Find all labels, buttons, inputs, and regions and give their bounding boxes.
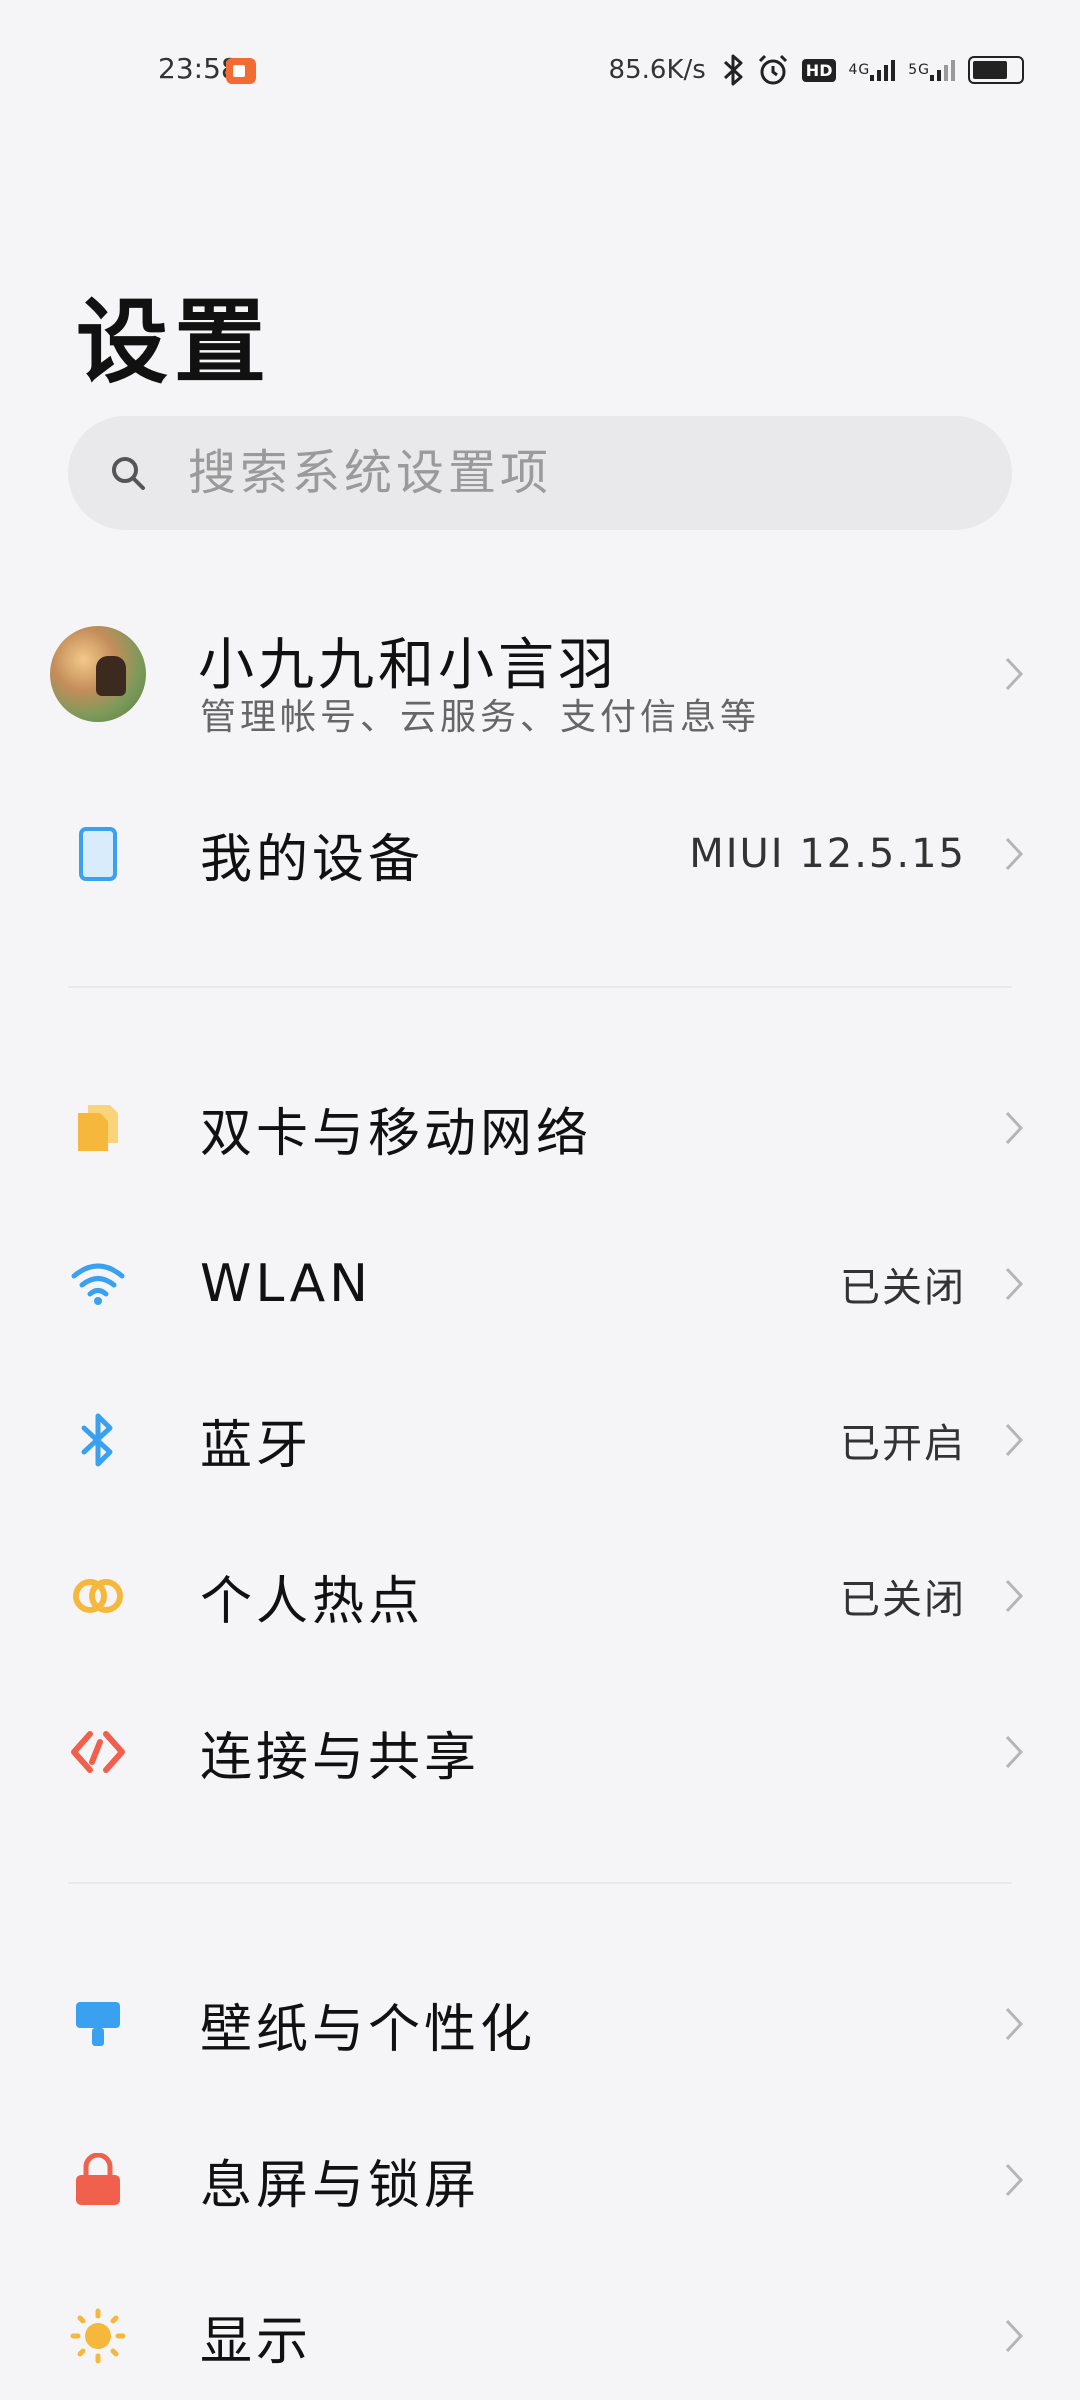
hotspot-icon (62, 1560, 134, 1632)
settings-item-lock-screen[interactable]: 息屏与锁屏 (0, 2110, 1080, 2250)
settings-item-display[interactable]: 显示 (0, 2266, 1080, 2400)
settings-item-wlan[interactable]: WLAN 已关闭 (0, 1214, 1080, 1354)
screen-record-icon (226, 58, 256, 84)
signal-4g-icon: 4G (848, 59, 896, 81)
settings-item-label: 蓝牙 (200, 1415, 313, 1476)
wallpaper-icon (62, 1988, 134, 2060)
network-speed: 85.6K/s (608, 55, 706, 85)
settings-item-label: 双卡与移动网络 (200, 1103, 593, 1164)
my-device-version: MIUI 12.5.15 (689, 831, 966, 877)
chevron-right-icon (1000, 1576, 1028, 1616)
chevron-right-icon (1000, 1732, 1028, 1772)
chevron-right-icon (1000, 834, 1028, 874)
settings-item-value: 已开启 (840, 1421, 966, 1467)
signal-5g-icon: 5G (908, 59, 956, 81)
settings-screen: 23:58 85.6K/s HD 4G 5G 设置 搜索系统设置项 小九九和小言… (0, 0, 1080, 2400)
settings-item-value: 已关闭 (840, 1577, 966, 1623)
my-device-label: 我的设备 (200, 829, 425, 890)
bluetooth-icon (722, 53, 744, 87)
hd-icon: HD (801, 58, 837, 82)
sim-card-icon (62, 1092, 134, 1164)
section-divider (68, 1882, 1012, 1884)
chevron-right-icon (1000, 654, 1028, 694)
connection-share-icon (62, 1716, 134, 1788)
status-icons: 85.6K/s HD 4G 5G (609, 50, 1024, 90)
chevron-right-icon (1000, 2160, 1028, 2200)
settings-item-dual-sim[interactable]: 双卡与移动网络 (0, 1058, 1080, 1198)
settings-item-label: 息屏与锁屏 (200, 2155, 481, 2216)
search-bar[interactable] (68, 416, 1012, 530)
settings-item-label: 连接与共享 (200, 1727, 481, 1788)
my-device-row[interactable]: 我的设备 MIUI 12.5.15 (0, 784, 1080, 924)
signal-5g-label: 5G (908, 62, 930, 78)
settings-item-label: 壁纸与个性化 (200, 1999, 537, 2060)
wifi-icon (62, 1248, 134, 1320)
battery-icon (968, 56, 1024, 84)
brightness-icon (62, 2300, 134, 2372)
avatar (50, 626, 146, 722)
chevron-right-icon (1000, 1420, 1028, 1460)
settings-item-value: 已关闭 (840, 1265, 966, 1311)
settings-item-label: 显示 (200, 2311, 313, 2372)
settings-item-label: WLAN (200, 1254, 373, 1314)
section-divider (68, 986, 1012, 988)
account-subtitle: 管理帐号、云服务、支付信息等 (200, 697, 761, 738)
alarm-icon (756, 53, 790, 87)
search-input[interactable] (186, 444, 950, 502)
phone-icon (62, 818, 134, 890)
lock-icon (62, 2144, 134, 2216)
settings-item-label: 个人热点 (200, 1571, 425, 1632)
page-title: 设置 (76, 289, 273, 396)
chevron-right-icon (1000, 2004, 1028, 2044)
settings-item-hotspot[interactable]: 个人热点 已关闭 (0, 1526, 1080, 1666)
chevron-right-icon (1000, 2316, 1028, 2356)
status-bar: 23:58 85.6K/s HD 4G 5G (0, 0, 1080, 140)
chevron-right-icon (1000, 1264, 1028, 1304)
chevron-right-icon (1000, 1108, 1028, 1148)
settings-item-wallpaper[interactable]: 壁纸与个性化 (0, 1954, 1080, 2094)
settings-item-bluetooth[interactable]: 蓝牙 已开启 (0, 1370, 1080, 1510)
settings-item-connection-share[interactable]: 连接与共享 (0, 1682, 1080, 1822)
signal-4g-label: 4G (848, 62, 871, 78)
search-icon (112, 457, 145, 490)
account-row[interactable]: 小九九和小言羽 管理帐号、云服务、支付信息等 (0, 604, 1080, 744)
bluetooth-icon (62, 1404, 134, 1476)
